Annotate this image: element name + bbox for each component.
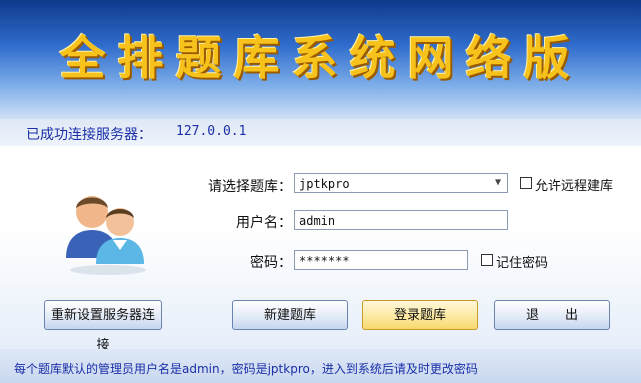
server-ip: 127.0.0.1 bbox=[176, 124, 247, 139]
new-db-button[interactable]: 新建题库 bbox=[232, 300, 348, 330]
username-input[interactable]: admin bbox=[294, 210, 508, 230]
header-banner: 全排题库系统网络版 bbox=[0, 0, 641, 119]
username-label: 用户名： bbox=[236, 215, 292, 231]
db-select-label: 请选择题库： bbox=[208, 179, 292, 195]
remote-db-label: 允许远程建库 bbox=[535, 179, 614, 194]
remember-password-checkbox[interactable] bbox=[481, 254, 493, 266]
db-select[interactable]: jptkpro ▼ bbox=[294, 173, 508, 193]
connection-status-label: 已成功连接服务器： bbox=[26, 127, 152, 143]
chevron-down-icon[interactable]: ▼ bbox=[491, 176, 505, 190]
footer-notice: 每个题库默认的管理员用户名是admin，密码是jptkpro，进入到系统后请及时… bbox=[14, 362, 478, 376]
remote-db-checkbox[interactable] bbox=[520, 177, 532, 189]
reset-server-button[interactable]: 重新设置服务器连接 bbox=[44, 300, 162, 353]
users-icon bbox=[66, 196, 146, 275]
password-label: 密码： bbox=[250, 255, 292, 271]
app-title: 全排题库系统网络版 bbox=[59, 31, 582, 85]
password-input[interactable]: ******* bbox=[294, 250, 468, 270]
login-button[interactable]: 登录题库 bbox=[362, 300, 478, 330]
db-select-value: jptkpro bbox=[299, 177, 350, 191]
exit-button[interactable]: 退 出 bbox=[494, 300, 610, 330]
remember-password-label: 记住密码 bbox=[496, 256, 549, 271]
